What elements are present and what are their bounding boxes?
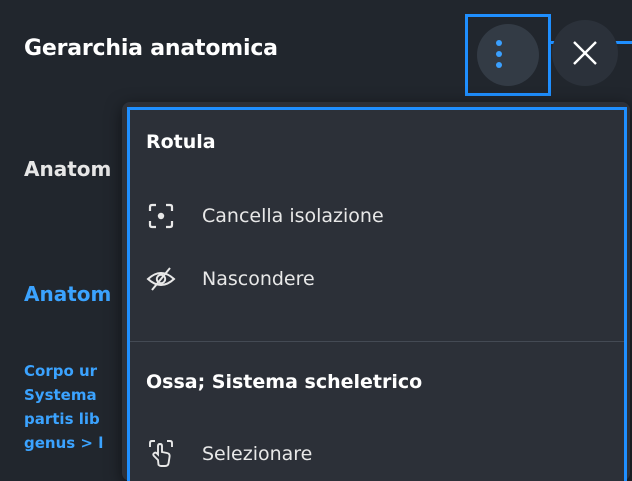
hierarchy-path-line[interactable]: Corpo ur xyxy=(24,360,97,382)
close-button[interactable] xyxy=(552,20,618,86)
menu-divider xyxy=(130,341,624,342)
menu-item-hide[interactable]: Nascondere xyxy=(146,259,606,299)
menu-section-title-rotula: Rotula xyxy=(146,131,216,153)
select-hand-icon xyxy=(146,439,176,469)
menu-item-clear-isolation[interactable]: Cancella isolazione xyxy=(146,196,606,236)
isolate-focus-icon xyxy=(146,201,176,231)
hierarchy-link[interactable]: Anatom xyxy=(24,282,111,306)
hierarchy-path-line[interactable]: Systema xyxy=(24,384,97,406)
menu-section-title-skeletal: Ossa; Sistema scheletrico xyxy=(146,371,423,393)
eye-off-icon xyxy=(146,264,176,294)
panel-title: Gerarchia anatomica xyxy=(24,36,278,61)
vertical-dots-icon xyxy=(495,40,503,70)
menu-item-label: Cancella isolazione xyxy=(202,205,384,227)
hierarchy-heading: Anatom xyxy=(24,157,112,181)
close-icon xyxy=(573,41,597,65)
menu-item-label: Selezionare xyxy=(202,443,313,465)
menu-item-label: Nascondere xyxy=(202,268,315,290)
menu-item-select[interactable]: Selezionare xyxy=(146,434,606,474)
more-options-button[interactable] xyxy=(465,14,551,96)
hierarchy-path-line[interactable]: genus > l xyxy=(24,432,103,454)
hierarchy-path-line[interactable]: partis lib xyxy=(24,408,100,430)
more-options-circle[interactable] xyxy=(477,24,539,86)
